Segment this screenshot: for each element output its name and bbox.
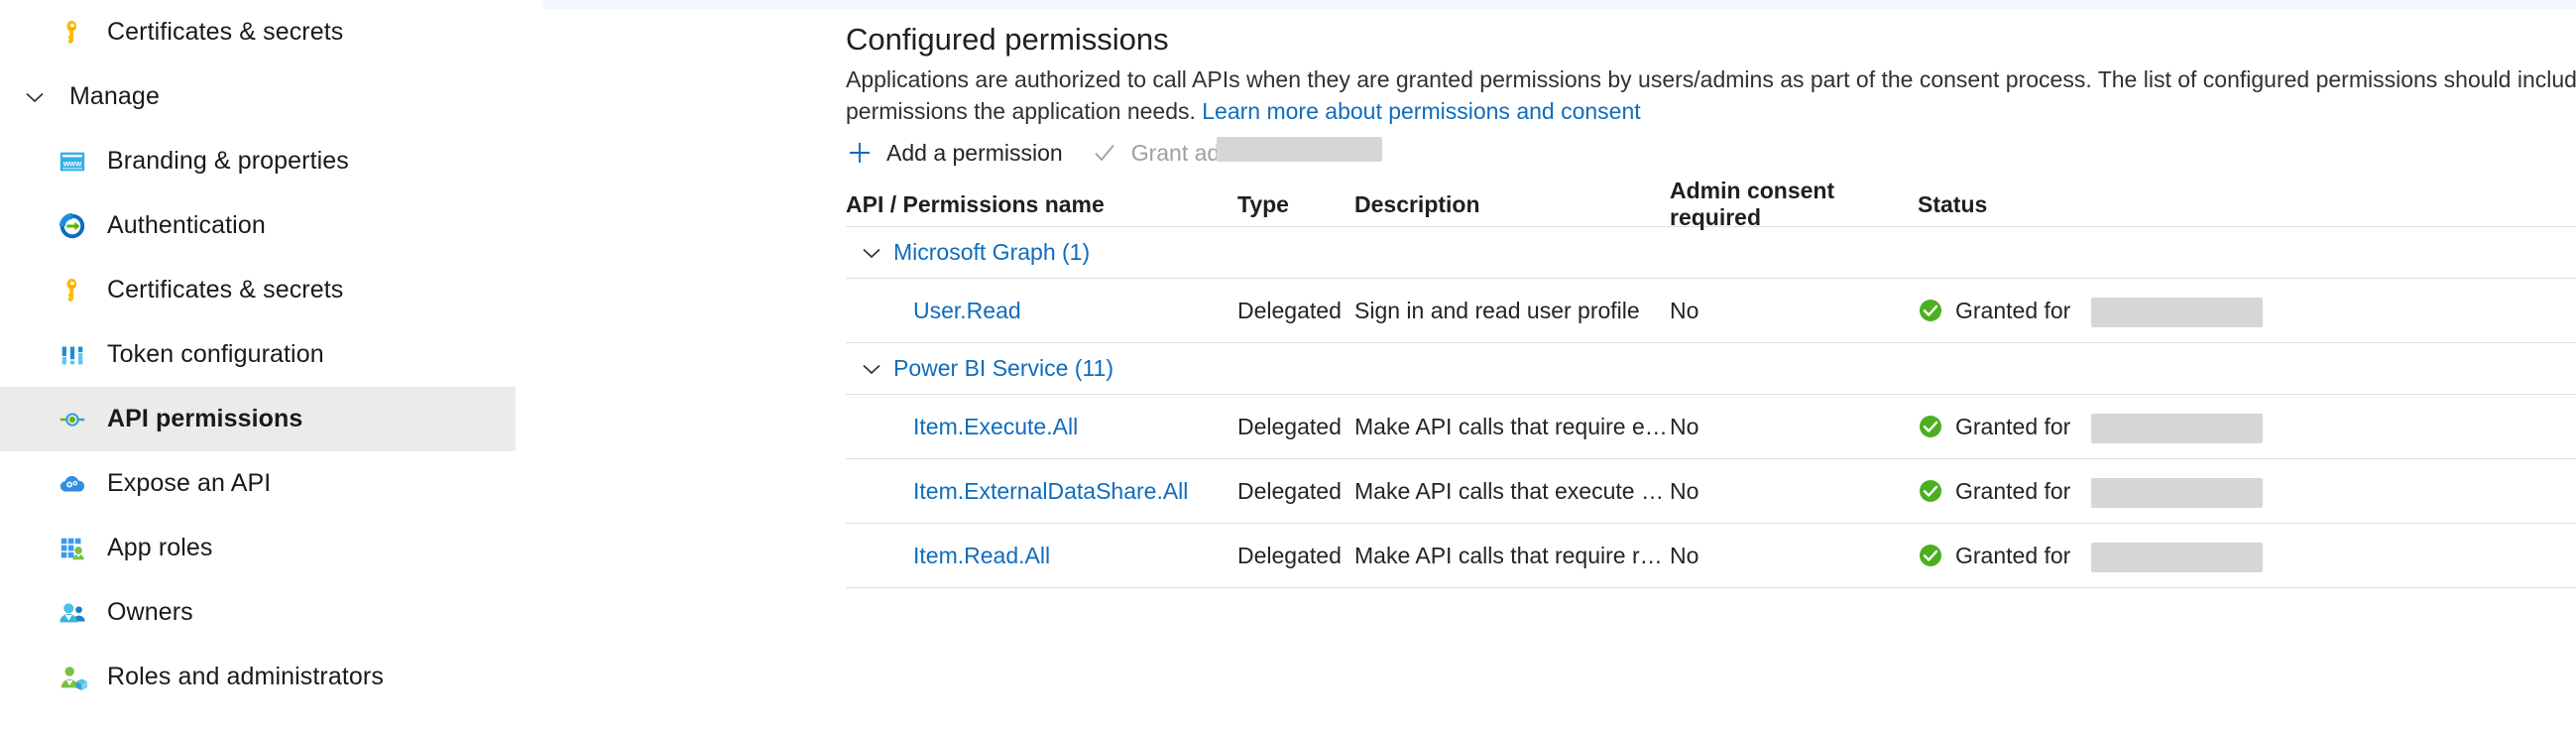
column-header-admin-consent-required[interactable]: Admin consent required — [1670, 178, 1918, 231]
redacted-tenant-name — [2091, 413, 2263, 443]
sidebar-item-label: Authentication — [107, 211, 266, 239]
azure-portal-api-permissions-page: Certificates & secrets Manage www Branding … — [0, 0, 2576, 734]
sidebar-item-token-configuration[interactable]: Token configuration — [0, 322, 516, 387]
sidebar-item-expose-an-api[interactable]: Expose an API — [0, 451, 516, 516]
status-text: Granted for — [1955, 297, 2071, 323]
sidebar-item-label: Token configuration — [107, 340, 324, 368]
sidebar-item-authentication[interactable]: Authentication — [0, 193, 516, 258]
table-group-row: Power BI Service (11) — [846, 343, 2576, 395]
table-row: Item.Execute.All Delegated Make API calls … — [846, 395, 2576, 459]
sidebar-item-label: Certificates & secrets — [107, 18, 344, 46]
permission-description: Make API calls that require execute perm… — [1354, 413, 1670, 439]
permission-description: Make API calls that require read permiss… — [1354, 542, 1670, 568]
admin-consent-required: No — [1670, 297, 1699, 323]
roles-admin-person-icon — [56, 661, 89, 694]
table-header-row: API / Permissions name Type Description Adm… — [846, 178, 2576, 230]
sidebar-item-manage[interactable]: Manage — [0, 64, 516, 129]
table-row: Item.Read.All Delegated Make API calls tha… — [846, 524, 2576, 588]
sidebar-nav: Certificates & secrets Manage www Branding … — [0, 0, 516, 734]
status-cell: Granted for — [1918, 413, 2576, 443]
content-top-strip — [543, 0, 2576, 9]
column-header-description[interactable]: Description — [1354, 191, 1670, 218]
permission-name-link[interactable]: Item.Read.All — [913, 543, 1050, 568]
granted-check-icon — [1918, 414, 1943, 439]
status-text: Granted for — [1955, 413, 2071, 439]
group-name: Power BI Service (11) — [893, 355, 1113, 381]
authentication-arrow-icon — [56, 209, 89, 243]
sidebar-item-app-roles[interactable]: App roles — [0, 516, 516, 580]
granted-check-icon — [1918, 543, 1943, 568]
configured-permissions-table: API / Permissions name Type Description Adm… — [846, 178, 2576, 588]
status-cell: Granted for — [1918, 542, 2576, 572]
sidebar-item-label: Expose an API — [107, 469, 272, 497]
permission-type: Delegated — [1237, 477, 1342, 504]
table-group-row: Microsoft Graph (1) — [846, 227, 2576, 279]
group-toggle[interactable]: Power BI Service (11) — [846, 355, 1113, 382]
permission-description: Make API calls that execute external dat… — [1354, 477, 1670, 504]
redacted-tenant-name — [2091, 297, 2263, 327]
permission-description: Sign in and read user profile — [1354, 297, 1640, 323]
sidebar-item-label: Owners — [107, 598, 193, 626]
chevron-down-icon — [859, 240, 884, 266]
learn-more-link[interactable]: Learn more about permissions and consent — [1202, 98, 1640, 124]
column-header-type[interactable]: Type — [1237, 191, 1354, 218]
plus-icon — [846, 139, 874, 167]
sidebar-item-branding-properties[interactable]: www Branding & properties — [0, 129, 516, 193]
token-bars-icon — [56, 338, 89, 372]
granted-check-icon — [1918, 478, 1943, 504]
app-roles-grid-person-icon — [56, 532, 89, 565]
branding-www-icon: www — [56, 145, 89, 179]
page-description: Applications are authorized to call APIs… — [846, 63, 2576, 127]
api-permissions-icon — [56, 403, 89, 436]
permission-name-link[interactable]: User.Read — [913, 298, 1021, 323]
sidebar-item-label: Roles and administrators — [107, 663, 384, 690]
permission-type: Delegated — [1237, 297, 1342, 323]
status-text: Granted for — [1955, 477, 2071, 504]
add-permission-button[interactable]: Add a permission — [846, 133, 1063, 173]
main-content: Configured permissions Applications are … — [516, 0, 2576, 734]
page-description-text: Applications are authorized to call APIs… — [846, 66, 2576, 124]
status-text: Granted for — [1955, 542, 2071, 568]
table-row: Item.ExternalDataShare.All Delegated Make … — [846, 459, 2576, 524]
admin-consent-required: No — [1670, 477, 1699, 504]
key-icon — [56, 274, 89, 307]
redacted-tenant-name — [2091, 477, 2263, 508]
admin-consent-required: No — [1670, 542, 1699, 568]
key-icon — [56, 16, 89, 50]
sidebar-item-owners[interactable]: Owners — [0, 580, 516, 645]
permission-type: Delegated — [1237, 413, 1342, 439]
permission-name-link[interactable]: Item.ExternalDataShare.All — [913, 478, 1188, 504]
permission-type: Delegated — [1237, 542, 1342, 568]
sidebar-item-certificates-secrets[interactable]: Certificates & secrets — [0, 0, 516, 64]
admin-consent-required: No — [1670, 413, 1699, 439]
table-row: User.Read Delegated Sign in and read user … — [846, 279, 2576, 343]
sidebar-item-label: Certificates & secrets — [107, 276, 344, 304]
cloud-gear-icon — [56, 467, 89, 501]
page-title: Configured permissions — [846, 22, 1169, 57]
chevron-down-icon — [18, 80, 52, 114]
group-name: Microsoft Graph (1) — [893, 239, 1091, 265]
sidebar-item-api-permissions[interactable]: API permissions — [0, 387, 516, 451]
add-permission-label: Add a permission — [886, 139, 1063, 166]
column-header-api-permissions-name[interactable]: API / Permissions name — [846, 191, 1237, 218]
group-toggle[interactable]: Microsoft Graph (1) — [846, 239, 1090, 266]
column-header-status[interactable]: Status — [1918, 191, 2576, 218]
sidebar-item-label: Manage — [69, 82, 160, 110]
sidebar-item-roles-and-administrators[interactable]: Roles and administrators — [0, 645, 516, 709]
chevron-down-icon — [859, 356, 884, 382]
status-cell: Granted for — [1918, 297, 2576, 327]
status-cell: Granted for — [1918, 477, 2576, 508]
svg-text:www: www — [62, 159, 82, 168]
checkmark-icon — [1091, 139, 1118, 167]
sidebar-item-label: App roles — [107, 534, 213, 561]
owners-people-icon — [56, 596, 89, 630]
table-body: Microsoft Graph (1) User.Read Delegated Sig… — [846, 227, 2576, 588]
sidebar-item-label: Branding & properties — [107, 147, 349, 175]
sidebar-item-label: API permissions — [107, 405, 303, 432]
redacted-tenant-name — [2091, 542, 2263, 572]
permission-name-link[interactable]: Item.Execute.All — [913, 414, 1078, 439]
redacted-tenant-name-toolbar — [1217, 137, 1382, 162]
granted-check-icon — [1918, 298, 1943, 323]
sidebar-item-certificates-secrets[interactable]: Certificates & secrets — [0, 258, 516, 322]
